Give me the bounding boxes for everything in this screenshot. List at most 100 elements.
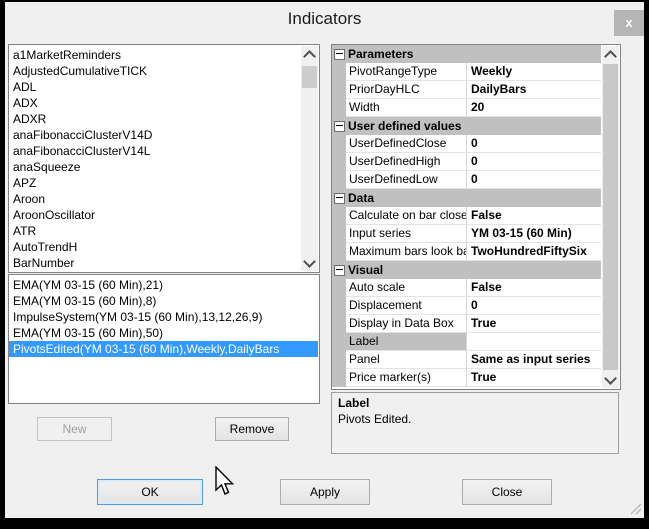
property-value[interactable]: 0 bbox=[467, 135, 601, 153]
property-label[interactable]: Auto scale bbox=[346, 279, 467, 297]
property-label[interactable]: Width bbox=[346, 99, 467, 117]
category-label: Parameters bbox=[348, 47, 414, 61]
indicator-list-item[interactable]: APZ bbox=[9, 175, 301, 191]
indicator-list-item[interactable]: Aroon bbox=[9, 191, 301, 207]
property-label[interactable]: UserDefinedLow bbox=[346, 171, 467, 189]
ok-button[interactable]: OK bbox=[97, 479, 203, 505]
scroll-up-icon[interactable] bbox=[301, 46, 318, 63]
property-row[interactable]: Auto scale False bbox=[332, 279, 601, 297]
property-label[interactable]: UserDefinedHigh bbox=[346, 153, 467, 171]
collapse-icon[interactable] bbox=[334, 264, 345, 276]
property-label[interactable]: Displacement bbox=[346, 297, 467, 315]
property-grid-scrollbar[interactable] bbox=[602, 46, 619, 388]
indicator-list-item[interactable]: AroonOscillator bbox=[9, 207, 301, 223]
indicator-list-item[interactable]: AdjustedCumulativeTICK bbox=[9, 63, 301, 79]
property-label[interactable]: PriorDayHLC bbox=[346, 81, 467, 99]
indicator-listbox[interactable]: a1MarketReminders AdjustedCumulativeTICK A… bbox=[8, 44, 320, 273]
close-icon[interactable]: x bbox=[614, 10, 644, 36]
property-label[interactable]: Input series bbox=[346, 225, 467, 243]
scroll-down-icon[interactable] bbox=[301, 254, 318, 271]
grid-indent bbox=[332, 297, 346, 315]
property-value[interactable]: 20 bbox=[467, 99, 601, 117]
applied-indicator-item[interactable]: EMA(YM 03-15 (60 Min),8) bbox=[9, 293, 318, 309]
property-row[interactable]: Displacement 0 bbox=[332, 297, 601, 315]
property-value[interactable] bbox=[467, 333, 601, 351]
applied-indicator-item[interactable]: EMA(YM 03-15 (60 Min),50) bbox=[9, 325, 318, 341]
property-value[interactable]: 0 bbox=[467, 153, 601, 171]
scrollbar-thumb[interactable] bbox=[302, 66, 317, 88]
indicator-list-item[interactable]: anaFibonacciClusterV14D bbox=[9, 127, 301, 143]
property-label[interactable]: Label bbox=[346, 333, 467, 351]
indicator-list-item[interactable]: BarNumber bbox=[9, 255, 301, 271]
category-label: Data bbox=[348, 191, 375, 205]
property-row[interactable]: Width 20 bbox=[332, 99, 601, 117]
property-value[interactable]: False bbox=[467, 207, 601, 225]
indicator-list-item[interactable]: anaSqueeze bbox=[9, 159, 301, 175]
property-row[interactable]: Input series YM 03-15 (60 Min) bbox=[332, 225, 601, 243]
grid-indent bbox=[332, 315, 346, 333]
apply-button[interactable]: Apply bbox=[280, 479, 370, 505]
indicator-list-item[interactable]: ADXR bbox=[9, 111, 301, 127]
indicator-list-item[interactable]: anaFibonacciClusterV14L bbox=[9, 143, 301, 159]
grid-indent bbox=[332, 333, 346, 351]
property-row[interactable]: UserDefinedLow 0 bbox=[332, 171, 601, 189]
grid-indent bbox=[332, 63, 346, 81]
property-value[interactable]: DailyBars bbox=[467, 81, 601, 99]
property-value[interactable]: TwoHundredFiftySix bbox=[467, 243, 601, 261]
grid-indent bbox=[332, 153, 346, 171]
property-label[interactable]: Price marker(s) bbox=[346, 369, 467, 387]
property-value[interactable]: True bbox=[467, 315, 601, 333]
indicator-list-item[interactable]: ATR bbox=[9, 223, 301, 239]
property-label[interactable]: Calculate on bar close bbox=[346, 207, 467, 225]
property-label[interactable]: Display in Data Box bbox=[346, 315, 467, 333]
property-value[interactable]: 0 bbox=[467, 297, 601, 315]
grid-indent bbox=[332, 81, 346, 99]
property-row[interactable]: Label bbox=[332, 333, 601, 351]
applied-indicator-item[interactable]: EMA(YM 03-15 (60 Min),21) bbox=[9, 277, 318, 293]
property-category-row[interactable]: Visual bbox=[332, 261, 601, 279]
property-row[interactable]: Maximum bars look ba TwoHundredFiftySix bbox=[332, 243, 601, 261]
indicator-list-item[interactable]: ADX bbox=[9, 95, 301, 111]
property-row[interactable]: Price marker(s) True bbox=[332, 369, 601, 387]
titlebar[interactable]: Indicators x bbox=[5, 2, 644, 42]
property-row[interactable]: UserDefinedClose 0 bbox=[332, 135, 601, 153]
scrollbar-thumb[interactable] bbox=[603, 64, 618, 370]
applied-indicator-item[interactable]: PivotsEdited(YM 03-15 (60 Min),Weekly,Da… bbox=[9, 341, 318, 357]
scroll-up-icon[interactable] bbox=[602, 46, 619, 63]
property-value[interactable]: Same as input series bbox=[467, 351, 601, 369]
property-category-row[interactable]: User defined values bbox=[332, 117, 601, 135]
property-grid[interactable]: Parameters PivotRangeType Weekly PriorDayHL… bbox=[331, 44, 621, 390]
applied-indicators-listbox[interactable]: EMA(YM 03-15 (60 Min),21) EMA(YM 03-15 (6… bbox=[8, 274, 320, 404]
property-category-row[interactable]: Parameters bbox=[332, 45, 601, 63]
property-value[interactable]: Weekly bbox=[467, 63, 601, 81]
collapse-icon[interactable] bbox=[334, 192, 345, 204]
property-label[interactable]: Maximum bars look ba bbox=[346, 243, 467, 261]
property-value[interactable]: YM 03-15 (60 Min) bbox=[467, 225, 601, 243]
indicator-list-item[interactable]: AutoTrendH bbox=[9, 239, 301, 255]
property-row[interactable]: UserDefinedHigh 0 bbox=[332, 153, 601, 171]
indicator-list-item[interactable]: a1MarketReminders bbox=[9, 47, 301, 63]
property-row[interactable]: PriorDayHLC DailyBars bbox=[332, 81, 601, 99]
indicator-list-scrollbar[interactable] bbox=[301, 46, 318, 271]
property-row[interactable]: Display in Data Box True bbox=[332, 315, 601, 333]
applied-indicator-item[interactable]: ImpulseSystem(YM 03-15 (60 Min),13,12,26… bbox=[9, 309, 318, 325]
property-row[interactable]: Calculate on bar close False bbox=[332, 207, 601, 225]
property-label[interactable]: Panel bbox=[346, 351, 467, 369]
close-button[interactable]: Close bbox=[462, 479, 552, 505]
scroll-down-icon[interactable] bbox=[602, 371, 619, 388]
property-category-row[interactable]: Data bbox=[332, 189, 601, 207]
property-row[interactable]: PivotRangeType Weekly bbox=[332, 63, 601, 81]
collapse-icon[interactable] bbox=[334, 48, 345, 60]
property-row[interactable]: Panel Same as input series bbox=[332, 351, 601, 369]
property-value[interactable]: 0 bbox=[467, 171, 601, 189]
grid-indent bbox=[332, 135, 346, 153]
property-value[interactable]: True bbox=[467, 369, 601, 387]
indicator-list-item[interactable]: ADL bbox=[9, 79, 301, 95]
property-value[interactable]: False bbox=[467, 279, 601, 297]
remove-button[interactable]: Remove bbox=[215, 417, 289, 441]
new-button[interactable]: New bbox=[37, 417, 112, 441]
property-label[interactable]: PivotRangeType bbox=[346, 63, 467, 81]
resize-grip-icon[interactable] bbox=[628, 502, 642, 515]
property-label[interactable]: UserDefinedClose bbox=[346, 135, 467, 153]
collapse-icon[interactable] bbox=[334, 120, 345, 132]
